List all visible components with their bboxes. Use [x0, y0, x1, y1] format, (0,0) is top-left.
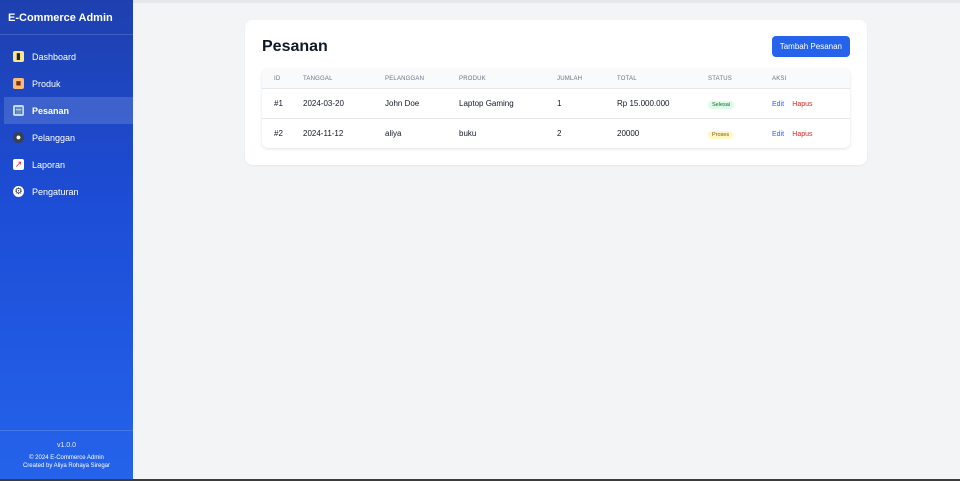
column-header-pelanggan: Pelanggan	[385, 75, 425, 82]
settings-gear-icon: ⚙	[13, 186, 24, 197]
copyright-text: © 2024 E-Commerce Admin	[29, 455, 104, 461]
sidebar-item-label: Pengaturan	[32, 186, 79, 197]
column-header-aksi: Aksi	[772, 75, 787, 82]
cell-tanggal: 2024-03-20	[303, 99, 344, 108]
cell-total: Rp 15.000.000	[617, 99, 670, 108]
top-border	[0, 0, 960, 3]
column-header-produk: Produk	[459, 75, 486, 82]
sidebar-item-label: Produk	[32, 78, 61, 89]
orders-icon: ▤	[13, 105, 24, 116]
cell-produk: buku	[459, 129, 477, 138]
table-row: #2 2024-11-12 aliya buku 2 20000 Proses …	[262, 118, 850, 148]
column-header-status: Status	[708, 75, 732, 82]
orders-card: Pesanan Tambah Pesanan ID Tanggal Pelang…	[245, 20, 867, 165]
sidebar-item-dashboard[interactable]: ▮ Dashboard	[0, 43, 133, 70]
cell-produk: Laptop Gaming	[459, 99, 514, 108]
sidebar-nav: ▮ Dashboard ■ Produk ▤ Pesanan ● Pelangg…	[0, 43, 133, 205]
add-order-button[interactable]: Tambah Pesanan	[771, 36, 850, 57]
brand-title: E-Commerce Admin	[0, 0, 133, 35]
edit-link[interactable]: Edit	[772, 131, 784, 138]
column-header-tanggal: Tanggal	[303, 75, 333, 82]
cell-id: #2	[274, 129, 283, 138]
product-box-icon: ■	[13, 78, 24, 89]
status-badge: Selesai	[708, 100, 735, 109]
sidebar-item-label: Laporan	[32, 159, 66, 170]
table-row: #1 2024-03-20 John Doe Laptop Gaming 1 R…	[262, 88, 850, 118]
version-label: v1.0.0	[56, 442, 77, 449]
cell-jumlah: 1	[557, 99, 562, 108]
report-chart-icon: ↗	[13, 159, 24, 170]
customers-icon: ●	[13, 132, 24, 143]
cell-tanggal: 2024-11-12	[303, 129, 344, 138]
delete-link[interactable]: Hapus	[792, 101, 812, 108]
page-title: Pesanan	[262, 38, 328, 55]
column-header-jumlah: Jumlah	[557, 75, 583, 82]
cell-aksi: Edit Hapus	[772, 129, 850, 138]
sidebar-item-produk[interactable]: ■ Produk	[0, 70, 133, 97]
cell-pelanggan: aliya	[385, 129, 402, 138]
dashboard-icon: ▮	[13, 51, 24, 62]
cell-total: 20000	[617, 129, 640, 138]
sidebar-item-label: Dashboard	[32, 51, 77, 62]
sidebar-footer: v1.0.0 © 2024 E-Commerce Admin Created b…	[0, 430, 133, 479]
cell-pelanggan: John Doe	[385, 99, 420, 108]
sidebar-item-pesanan[interactable]: ▤ Pesanan	[4, 97, 133, 124]
orders-table: ID Tanggal Pelanggan Produk Jumlah Total…	[262, 69, 850, 148]
cell-jumlah: 2	[557, 129, 562, 138]
cell-status: Proses	[708, 129, 772, 139]
cell-id: #1	[274, 99, 283, 108]
edit-link[interactable]: Edit	[772, 101, 784, 108]
column-header-id: ID	[274, 75, 281, 82]
cell-aksi: Edit Hapus	[772, 99, 850, 108]
credit-text: Created by Aliya Rohaya Siregar	[22, 463, 111, 469]
sidebar-item-label: Pelanggan	[32, 132, 76, 143]
delete-link[interactable]: Hapus	[792, 131, 812, 138]
column-header-total: Total	[617, 75, 637, 82]
status-badge: Proses	[708, 130, 734, 139]
table-header: ID Tanggal Pelanggan Produk Jumlah Total…	[262, 69, 850, 88]
sidebar-item-label: Pesanan	[32, 105, 70, 116]
cell-status: Selesai	[708, 99, 772, 109]
sidebar-item-pelanggan[interactable]: ● Pelanggan	[0, 124, 133, 151]
sidebar: E-Commerce Admin ▮ Dashboard ■ Produk ▤ …	[0, 0, 133, 479]
sidebar-item-laporan[interactable]: ↗ Laporan	[0, 151, 133, 178]
sidebar-item-pengaturan[interactable]: ⚙ Pengaturan	[0, 178, 133, 205]
